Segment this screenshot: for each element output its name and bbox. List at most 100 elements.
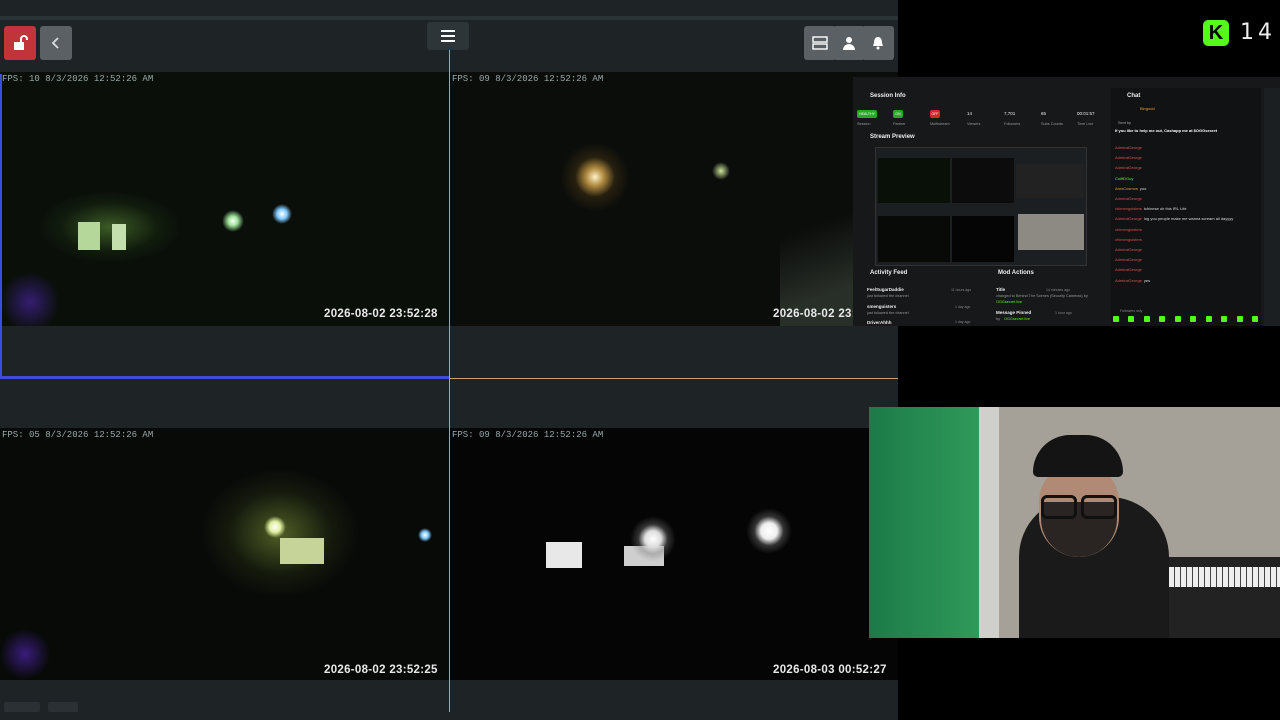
user-button[interactable]: [833, 26, 865, 60]
chat-username[interactable]: AdmiralGeorge: [1115, 247, 1142, 252]
session-info-title: Session Info: [870, 93, 906, 99]
chat-message: AdmiralGeorge: [1115, 145, 1144, 150]
window-light: [112, 224, 126, 250]
camera-tile[interactable]: FPS: 09 8/3/2026 12:52:26 AM 2026-08-02 …: [450, 72, 898, 326]
partner-chip: ON: [893, 110, 903, 118]
chat-message: chimenguisters tchinese oh this IRL Life: [1115, 206, 1186, 211]
chat-message: AresCosmos yoo: [1115, 186, 1146, 191]
green-screen: [869, 407, 979, 638]
stream-preview[interactable]: [875, 147, 1087, 266]
chat-username[interactable]: AdmiralGeorge: [1115, 257, 1142, 262]
pinned-sent-by: Sent by: [1118, 121, 1131, 125]
unlock-button[interactable]: [4, 26, 36, 60]
activity-name[interactable]: DriverAhhh: [867, 320, 892, 325]
pinned-message: If you like to help me out, Cashapp me a…: [1115, 128, 1218, 133]
time-live-value: 00:01:57: [1077, 111, 1095, 116]
activity-time: 1 day ago: [955, 320, 971, 324]
mod-action-title: Message Pinned: [996, 310, 1032, 315]
session-chip: HEALTHY: [857, 110, 877, 118]
mod-action-detail: changed to Behind The Scenes (Security C…: [996, 294, 1088, 298]
subs-value: 65: [1041, 111, 1047, 116]
activity-name[interactable]: smenguisters: [867, 304, 896, 309]
camera-tile[interactable]: FPS: 09 8/3/2026 12:52:26 AM 2026-08-03 …: [450, 428, 898, 680]
grid-divider: [449, 50, 450, 712]
keyboard: [1169, 567, 1280, 587]
activity-time: 11 hours ago: [951, 288, 972, 292]
right-side-panel: [1264, 88, 1280, 326]
chat-title: Chat: [1127, 93, 1141, 99]
hamburger-icon: [441, 30, 455, 42]
mod-action-time: 14 minutes ago: [1046, 288, 1070, 292]
chat-message: AdmiralGeorge: [1115, 247, 1144, 252]
chat-message: AdmiralGeorge: [1115, 257, 1144, 262]
camera-header: FPS: 05 8/3/2026 12:52:26 AM: [2, 430, 154, 440]
camera-header: FPS: 09 8/3/2026 12:52:26 AM: [452, 430, 604, 440]
pinned-user[interactable]: Bingodd: [1140, 106, 1155, 111]
layout-button[interactable]: [804, 26, 836, 60]
chat-message: AdmiralGeorge: [1115, 165, 1144, 170]
selected-indicator: [0, 74, 2, 378]
unlock-icon: [14, 35, 28, 50]
activity-time: 1 day ago: [955, 305, 971, 309]
chat-username[interactable]: AdmiralGeorge: [1115, 278, 1142, 283]
menu-button[interactable]: [427, 22, 469, 50]
chat-message: AdmiralGeorge yes: [1115, 278, 1150, 283]
multistream-chip: OFF: [930, 110, 940, 118]
chat-username[interactable]: CoiffDGuy: [1115, 176, 1133, 181]
activity-feed-title: Activity Feed: [870, 270, 908, 276]
chat-username[interactable]: AdmiralGeorge: [1115, 165, 1142, 170]
chat-username[interactable]: AresCosmos: [1115, 186, 1138, 191]
camera-timestamp: 2026-08-02 23:: [773, 308, 856, 320]
mod-actions-title: Mod Actions: [998, 270, 1034, 276]
partner-label: Partner: [893, 122, 906, 126]
notifications-button[interactable]: [862, 26, 894, 60]
chat-text: tchinese oh this IRL Life: [1143, 206, 1187, 212]
bottom-control[interactable]: [4, 702, 40, 712]
viewer-count: 14: [1240, 20, 1276, 45]
chat-message: chimenguisters: [1115, 227, 1144, 232]
chat-username[interactable]: chimenguisters: [1115, 237, 1142, 242]
mod-action-by[interactable]: OGGsecret.live: [996, 300, 1022, 304]
bell-icon: [873, 37, 883, 50]
webcam-feed: [869, 407, 1280, 638]
window-light: [546, 542, 582, 568]
grid-divider: [450, 378, 898, 379]
camera-tile[interactable]: FPS: 05 8/3/2026 12:52:26 AM 2026-08-02 …: [0, 428, 449, 680]
chat-footer: Followers only: [1120, 309, 1143, 313]
viewers-value: 14: [967, 111, 973, 116]
top-border: [0, 16, 898, 20]
activity-name[interactable]: FeelSugarDaddie: [867, 287, 904, 292]
back-button[interactable]: [40, 26, 72, 60]
camera-tile[interactable]: FPS: 10 8/3/2026 12:52:26 AM 2026-08-02 …: [0, 72, 449, 326]
chat-username[interactable]: AdmiralGeorge: [1115, 145, 1142, 150]
chevron-left-icon: [51, 37, 59, 49]
session-label: Session: [857, 122, 871, 126]
user-icon: [843, 37, 855, 50]
viewers-label: Viewers: [967, 122, 981, 126]
camera-timestamp: 2026-08-03 00:52:27: [773, 664, 887, 676]
camera-header: FPS: 10 8/3/2026 12:52:26 AM: [2, 74, 154, 84]
chat-message: AdmiralGeorge: [1115, 267, 1144, 272]
chat-username[interactable]: chimenguisters: [1115, 206, 1142, 211]
followers-label: Followers: [1004, 122, 1021, 126]
window-light: [78, 222, 100, 250]
nvr-app: FPS: 10 8/3/2026 12:52:26 AM 2026-08-02 …: [0, 0, 898, 720]
chat-username[interactable]: AdmiralGeorge: [1115, 216, 1142, 221]
chat-username[interactable]: AdmiralGeorge: [1115, 155, 1142, 160]
mod-action-by[interactable]: OGGsecret.live: [1004, 317, 1030, 321]
chat-username[interactable]: chimenguisters: [1115, 227, 1142, 232]
bottom-control[interactable]: [48, 702, 78, 712]
followers-value: 7,701: [1004, 111, 1016, 116]
activity-action: just followed the channel: [867, 294, 909, 298]
camera-timestamp: 2026-08-02 23:52:28: [324, 308, 438, 320]
subs-label: Subs Counts: [1041, 122, 1063, 126]
mod-action-time: 1 hour ago: [1055, 311, 1072, 315]
chat-message: AdmiralGeorge: [1115, 196, 1144, 201]
chat-message: AdmiralGeorge log you people make me wann…: [1115, 216, 1233, 221]
chat-username[interactable]: AdmiralGeorge: [1115, 267, 1142, 272]
cap: [1033, 435, 1123, 477]
chat-username[interactable]: AdmiralGeorge: [1115, 196, 1142, 201]
chat-message: CoiffDGuy: [1115, 176, 1135, 181]
emote-bar[interactable]: [1113, 316, 1258, 324]
chat-text: yes: [1143, 277, 1151, 283]
